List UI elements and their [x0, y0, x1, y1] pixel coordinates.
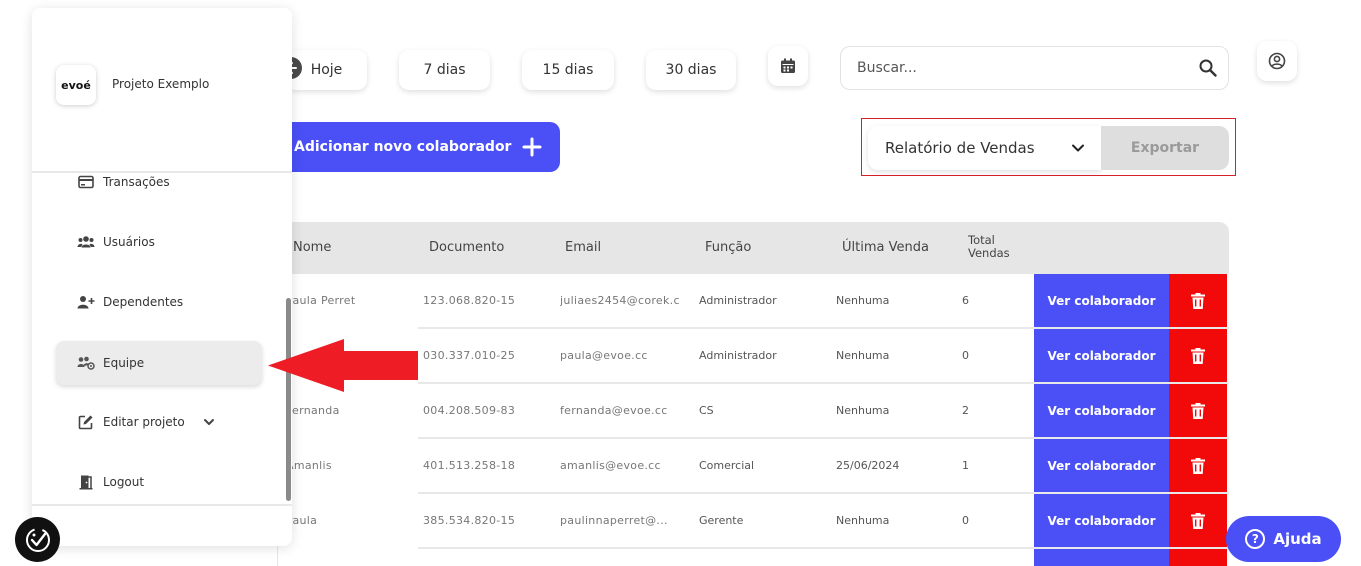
user-profile-button[interactable]	[1257, 41, 1297, 81]
cell-total-sales: 6	[962, 294, 969, 307]
accessibility-icon	[25, 527, 50, 552]
card-icon	[77, 173, 95, 191]
cell-role: Administrador	[699, 294, 777, 307]
cell-role: Administrador	[699, 349, 777, 362]
annotation-arrow-icon	[268, 339, 418, 392]
cell-email: amanlis@evoe.cc	[560, 459, 661, 472]
export-button[interactable]: Exportar	[1101, 126, 1229, 170]
cell-total-sales: 2	[962, 404, 969, 417]
cell-document: 123.068.820-15	[423, 294, 516, 307]
help-icon: ?	[1245, 529, 1266, 549]
users-icon	[77, 233, 95, 251]
cell-last-sale: Nenhuma	[836, 294, 890, 307]
cell-total-sales: 1	[962, 459, 969, 472]
calendar-icon	[781, 58, 795, 73]
sidebar-divider	[32, 504, 292, 506]
search-input[interactable]	[857, 60, 1177, 76]
cell-name: Amanlis	[286, 459, 332, 472]
cell-document: 385.534.820-15	[423, 514, 516, 527]
accessibility-button[interactable]	[15, 517, 60, 562]
delete-button[interactable]	[1169, 384, 1227, 437]
delete-button[interactable]	[1169, 439, 1227, 492]
user-plus-icon	[77, 293, 95, 311]
cell-last-sale: Nenhuma	[836, 514, 890, 527]
table-row: Amanlis 401.513.258-18 amanlis@evoe.cc C…	[278, 439, 1229, 494]
cell-last-sale: Nenhuma	[836, 349, 890, 362]
table-row: 030.337.010-25 paula@evoe.cc Administrad…	[278, 329, 1229, 384]
sidebar-scrollbar[interactable]	[286, 298, 291, 501]
trash-icon	[1191, 402, 1205, 419]
chevron-down-icon[interactable]	[203, 416, 215, 428]
table-row: Paula Perret 123.068.820-15 juliaes2454@…	[278, 274, 1229, 329]
cell-document: 004.208.509-83	[423, 404, 516, 417]
cell-email: paulinnaperret@...	[560, 514, 668, 527]
trash-icon	[1191, 457, 1205, 474]
view-collaborator-button[interactable]: Ver colaborador	[1034, 439, 1169, 492]
cell-email: fernanda@evoe.cc	[560, 404, 668, 417]
trash-icon	[1191, 347, 1205, 364]
door-icon	[77, 473, 95, 491]
column-header-last-sale[interactable]: Última Venda	[842, 240, 929, 255]
table-row: Paula 385.534.820-15 paulinnaperret@... …	[278, 494, 1229, 549]
view-collaborator-button[interactable]: Ver colaborador	[1034, 384, 1169, 437]
delete-button-partial[interactable]	[1169, 549, 1227, 566]
search-box	[840, 46, 1229, 90]
chevron-down-icon	[1072, 144, 1084, 152]
column-header-email[interactable]: Email	[565, 240, 601, 255]
cell-role: Gerente	[699, 514, 744, 527]
view-collaborator-button-partial[interactable]	[1034, 549, 1169, 566]
sidebar-item-logout[interactable]: Logout	[56, 460, 262, 504]
project-logo: evoé	[56, 65, 96, 105]
filter-7-days-button[interactable]: 7 dias	[399, 50, 490, 90]
cell-last-sale: Nenhuma	[836, 404, 890, 417]
cell-name: Paula Perret	[286, 294, 356, 307]
page: Hoje 7 dias 15 dias 30 dias Adicionar no…	[0, 0, 1361, 566]
cell-last-sale: 25/06/2024	[836, 459, 900, 472]
sidebar-item-dependents[interactable]: Dependentes	[56, 280, 262, 324]
plus-icon	[522, 137, 542, 157]
view-collaborator-button[interactable]: Ver colaborador	[1034, 329, 1169, 382]
user-circle-icon	[1268, 52, 1286, 70]
sidebar: evoé Projeto Exemplo Transações Usuários…	[32, 8, 292, 546]
table-header: Nome Documento Email Função Última Venda…	[278, 222, 1229, 274]
column-header-total-sales[interactable]: Total Vendas	[968, 234, 1010, 260]
filter-15-days-button[interactable]: 15 dias	[522, 50, 614, 90]
search-icon[interactable]	[1198, 58, 1218, 78]
cell-role: CS	[699, 404, 714, 417]
view-collaborator-button[interactable]: Ver colaborador	[1034, 274, 1169, 327]
column-header-name[interactable]: Nome	[293, 240, 331, 255]
delete-button[interactable]	[1169, 274, 1227, 327]
filter-30-days-button[interactable]: 30 dias	[646, 50, 736, 90]
calendar-button[interactable]	[768, 46, 808, 86]
team-icon	[77, 354, 95, 372]
column-header-role[interactable]: Função	[705, 240, 751, 255]
edit-icon	[77, 413, 95, 431]
report-export-group: Relatório de Vendas Exportar	[861, 118, 1236, 176]
cell-name: Fernanda	[286, 404, 340, 417]
project-name: Projeto Exemplo	[112, 77, 210, 91]
cell-role: Comercial	[699, 459, 755, 472]
cell-document: 401.513.258-18	[423, 459, 516, 472]
cell-email: paula@evoe.cc	[560, 349, 648, 362]
delete-button[interactable]	[1169, 494, 1227, 547]
delete-button[interactable]	[1169, 329, 1227, 382]
view-collaborator-button[interactable]: Ver colaborador	[1034, 494, 1169, 547]
cell-total-sales: 0	[962, 349, 969, 362]
column-header-document[interactable]: Documento	[429, 240, 504, 255]
report-type-select[interactable]: Relatório de Vendas	[868, 126, 1101, 170]
sidebar-item-edit-project[interactable]: Editar projeto	[56, 400, 262, 444]
sidebar-item-team[interactable]: Equipe	[56, 341, 262, 385]
table-row: Fernanda 004.208.509-83 fernanda@evoe.cc…	[278, 384, 1229, 439]
sidebar-item-users[interactable]: Usuários	[56, 220, 262, 264]
cell-total-sales: 0	[962, 514, 969, 527]
cell-email: juliaes2454@corek.com	[560, 294, 680, 307]
sidebar-item-transactions[interactable]: Transações	[56, 160, 262, 204]
add-collaborator-button[interactable]: Adicionar novo colaborador	[280, 122, 560, 172]
cell-document: 030.337.010-25	[423, 349, 516, 362]
trash-icon	[1191, 292, 1205, 309]
help-button[interactable]: ? Ajuda	[1226, 516, 1341, 562]
trash-icon	[1191, 512, 1205, 529]
